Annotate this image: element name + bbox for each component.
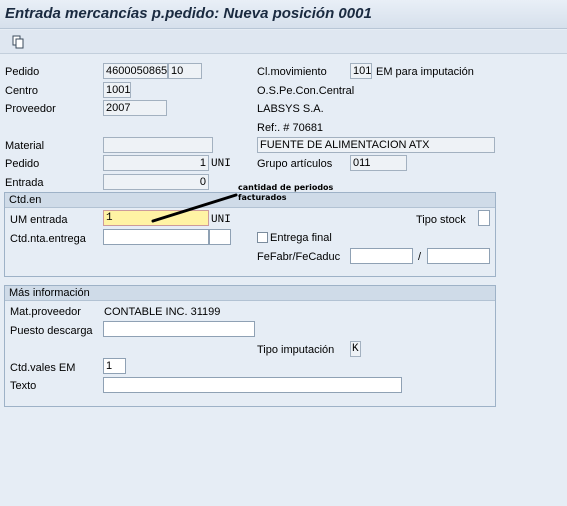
mas-informacion-header: Más información [5, 286, 495, 301]
mat-proveedor-label: Mat.proveedor [10, 306, 81, 318]
mat-proveedor-value: CONTABLE INC. 31199 [104, 306, 221, 318]
ctd-vales-em-label: Ctd.vales EM [10, 362, 76, 374]
puesto-descarga-field[interactable] [103, 321, 255, 337]
annotation-arrow [151, 193, 238, 223]
ctd-vales-em-field[interactable]: 1 [103, 358, 126, 374]
tipo-imputacion-field[interactable]: K [350, 341, 361, 357]
tipo-imputacion-label: Tipo imputación [257, 344, 335, 356]
texto-field[interactable] [103, 377, 402, 393]
texto-label: Texto [10, 380, 37, 392]
puesto-descarga-label: Puesto descarga [10, 325, 93, 337]
